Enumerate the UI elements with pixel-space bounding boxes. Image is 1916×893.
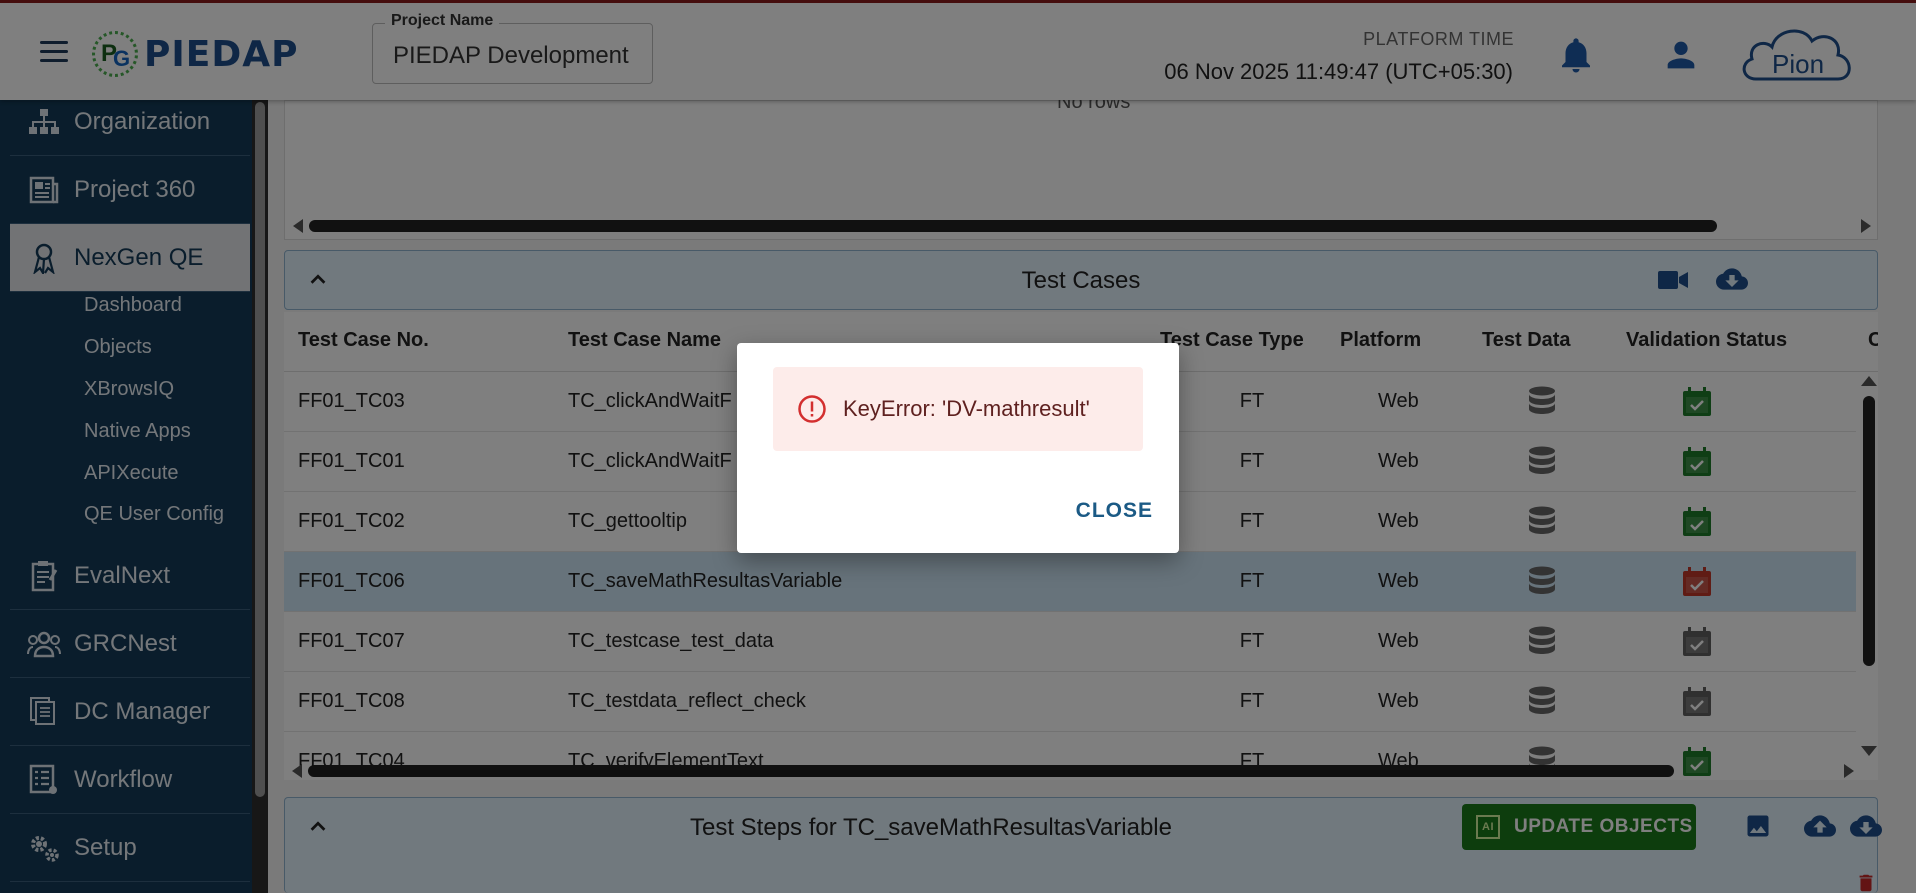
error-icon bbox=[798, 395, 826, 423]
close-button[interactable]: CLOSE bbox=[1076, 499, 1153, 523]
error-alert: KeyError: 'DV-mathresult' bbox=[773, 367, 1143, 451]
error-message: KeyError: 'DV-mathresult' bbox=[843, 396, 1090, 421]
error-dialog: KeyError: 'DV-mathresult' CLOSE bbox=[737, 343, 1179, 553]
